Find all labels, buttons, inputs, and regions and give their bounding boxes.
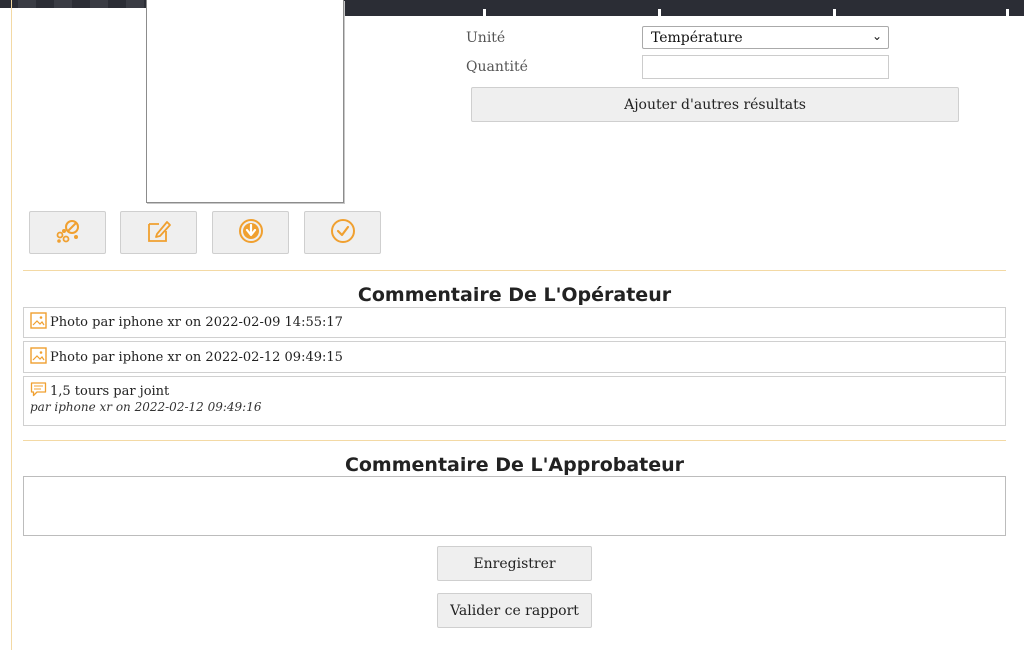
save-button[interactable]: Enregistrer [437, 546, 592, 581]
photos-icon [54, 217, 82, 249]
approver-comment-title: Commentaire De L'Approbateur [344, 454, 685, 476]
unit-select-value: Température [651, 30, 743, 46]
validate-report-button[interactable]: Valider ce rapport [437, 593, 592, 628]
comment-icon [30, 381, 50, 402]
comment-text: 1,5 tours par joint [50, 383, 170, 399]
download-icon [237, 217, 265, 249]
divider [23, 270, 1006, 271]
nav-separator [1006, 9, 1009, 16]
top-nav-bar [312, 0, 1024, 16]
nav-separator [483, 9, 486, 16]
check-circle-icon [329, 217, 357, 249]
chevron-down-icon: ⌄ [871, 29, 882, 43]
list-item[interactable]: Photo par iphone xr on 2022-02-09 14:55:… [23, 307, 1006, 338]
unit-label: Unité [466, 30, 506, 46]
photos-button[interactable] [29, 211, 106, 254]
comment-text: Photo par iphone xr on 2022-02-09 14:55:… [50, 315, 343, 330]
quantity-input[interactable] [642, 55, 889, 79]
list-item[interactable]: Photo par iphone xr on 2022-02-12 09:49:… [23, 341, 1006, 373]
divider [23, 440, 1006, 441]
left-border [11, 0, 12, 650]
photo-preview [146, 0, 344, 203]
approver-comment-input[interactable] [23, 476, 1006, 536]
add-results-button[interactable]: Ajouter d'autres résultats [471, 87, 959, 122]
quantity-label: Quantité [466, 59, 528, 75]
image-icon [30, 312, 50, 333]
comment-meta: par iphone xr on 2022-02-12 09:49:16 [30, 400, 262, 414]
nav-separator [658, 9, 661, 16]
list-item[interactable]: 1,5 tours par joint par iphone xr on 202… [23, 376, 1006, 426]
image-icon [30, 346, 50, 368]
validate-button[interactable] [304, 211, 381, 254]
comment-text: Photo par iphone xr on 2022-02-12 09:49:… [50, 349, 343, 365]
operator-comment-title: Commentaire De L'Opérateur [357, 284, 672, 306]
nav-separator [833, 9, 836, 16]
edit-button[interactable] [120, 211, 197, 254]
download-button[interactable] [212, 211, 289, 254]
edit-icon [145, 217, 173, 249]
unit-select[interactable]: Température ⌄ [642, 26, 889, 49]
